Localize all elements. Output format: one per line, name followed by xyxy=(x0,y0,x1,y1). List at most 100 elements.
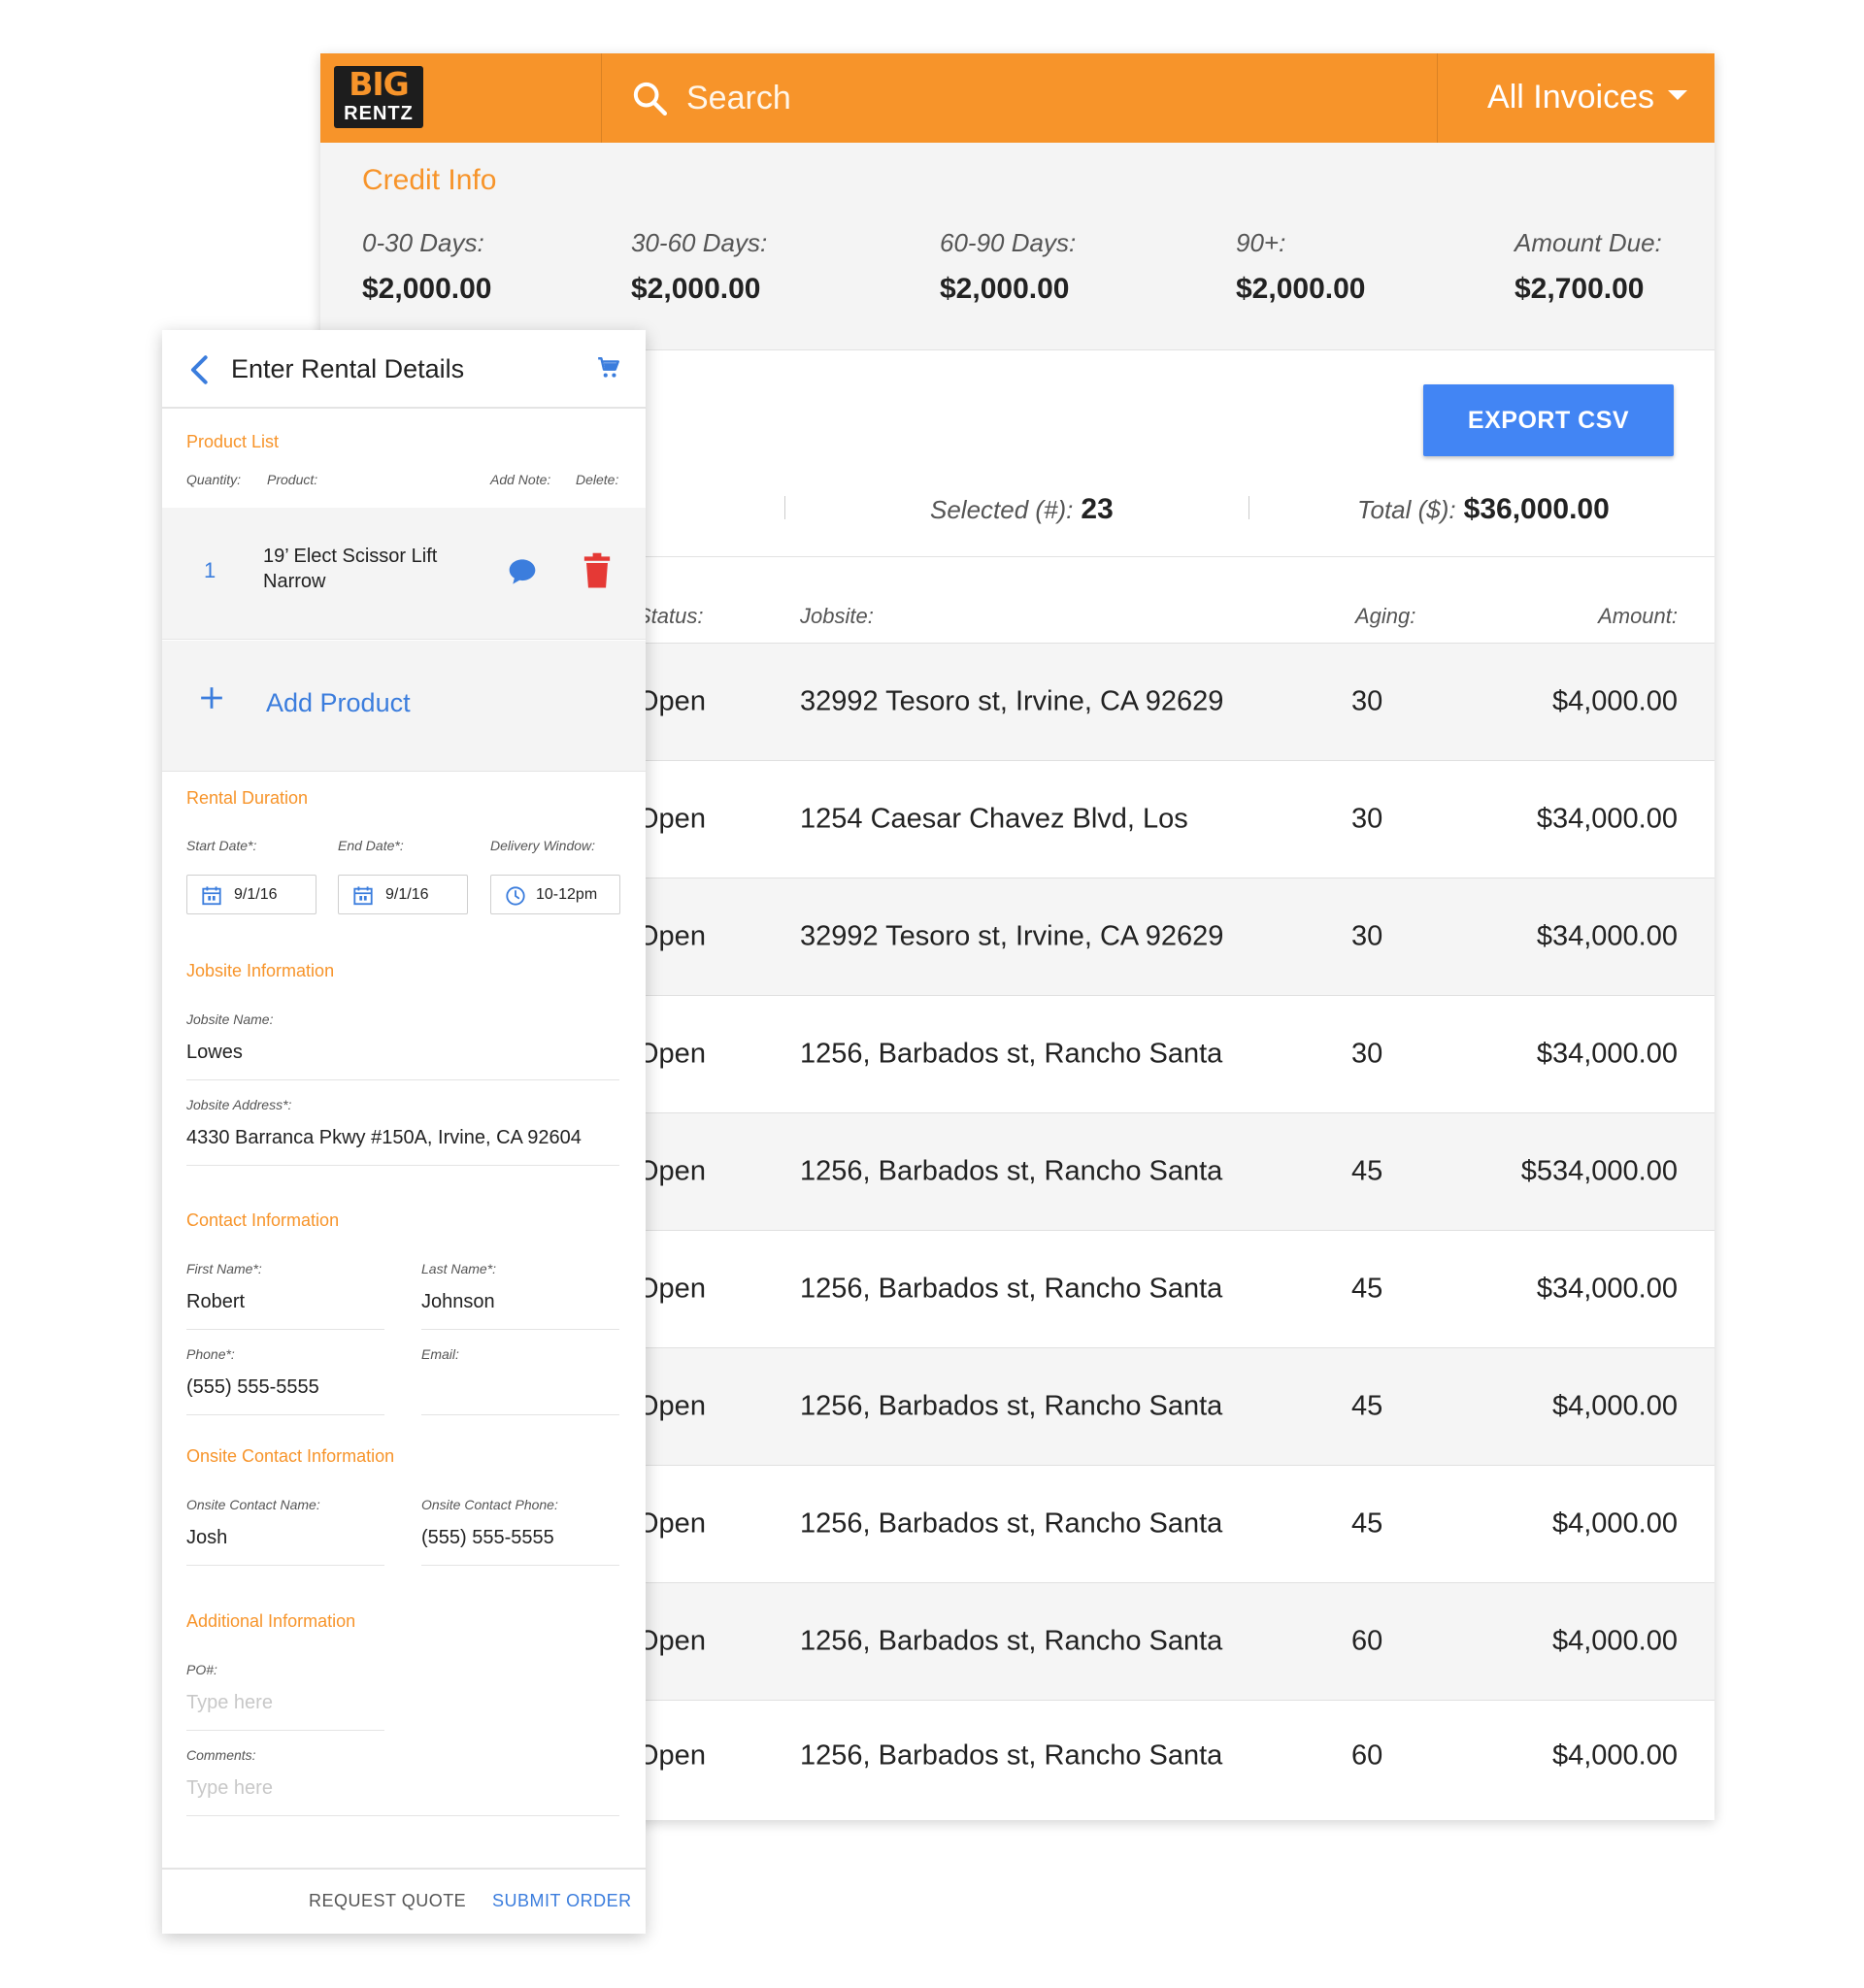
cell-jobsite: 32992 Tesoro st, Irvine, CA 92629 xyxy=(800,685,1224,717)
phone-field[interactable] xyxy=(186,1374,384,1401)
product-quantity[interactable]: 1 xyxy=(204,558,216,583)
cell-aging: 60 xyxy=(1351,1740,1383,1772)
cell-status: Open xyxy=(637,1508,706,1540)
credit-bucket-value: $2,000.00 xyxy=(1236,273,1366,305)
request-quote-button[interactable]: REQUEST QUOTE xyxy=(309,1887,466,1914)
credit-bucket-90-plus: 90+: $2,000.00 xyxy=(1236,226,1365,308)
first-name-field[interactable] xyxy=(186,1288,384,1315)
cell-aging: 30 xyxy=(1351,920,1383,952)
credit-bucket-label: 0-30 Days: xyxy=(362,228,484,257)
column-header-jobsite[interactable]: Jobsite: xyxy=(800,599,874,634)
search-bar[interactable] xyxy=(603,53,1438,143)
submit-order-button[interactable]: SUBMIT ORDER xyxy=(492,1887,632,1914)
cell-jobsite: 1256, Barbados st, Rancho Santa xyxy=(800,1625,1223,1657)
delivery-window-value: 10-12pm xyxy=(536,886,598,903)
logo-cell: BIG RENTZ xyxy=(320,53,602,143)
phone-label: Phone*: xyxy=(186,1346,235,1362)
credit-bucket-label: 30-60 Days: xyxy=(631,228,768,257)
field-underline xyxy=(421,1565,619,1566)
trash-icon[interactable] xyxy=(582,552,612,589)
comments-label: Comments: xyxy=(186,1747,256,1763)
column-label-product: Product: xyxy=(267,472,318,487)
logo-big-text: BIG xyxy=(349,65,410,103)
rental-header: Enter Rental Details xyxy=(162,330,646,409)
delivery-window-picker[interactable]: 10-12pm xyxy=(490,875,620,914)
rental-details-panel: Enter Rental Details Product List Quanti… xyxy=(162,330,646,1934)
cell-aging: 45 xyxy=(1351,1155,1383,1187)
column-header-aging[interactable]: Aging: xyxy=(1355,599,1415,634)
end-date-picker[interactable]: 9/1/16 xyxy=(338,875,468,914)
field-underline xyxy=(186,1730,384,1731)
selected-label: Selected (#): xyxy=(930,495,1074,524)
jobsite-address-label: Jobsite Address*: xyxy=(186,1097,292,1112)
onsite-phone-field[interactable] xyxy=(421,1524,619,1551)
onsite-name-field[interactable] xyxy=(186,1524,384,1551)
cell-aging: 45 xyxy=(1351,1273,1383,1305)
credit-bucket-value: $2,000.00 xyxy=(631,273,761,305)
cell-amount: $34,000.00 xyxy=(1536,1038,1678,1070)
cell-amount: $4,000.00 xyxy=(1551,685,1678,717)
add-product-button[interactable]: Add Product xyxy=(162,641,646,772)
additional-info-title: Additional Information xyxy=(186,1611,356,1631)
cell-jobsite: 1256, Barbados st, Rancho Santa xyxy=(800,1155,1223,1187)
po-field[interactable] xyxy=(186,1689,384,1716)
bigrentz-logo[interactable]: BIG RENTZ xyxy=(334,66,423,128)
rental-footer: REQUEST QUOTE SUBMIT ORDER xyxy=(162,1868,646,1934)
cell-aging: 30 xyxy=(1351,685,1383,717)
credit-info-panel: Credit Info 0-30 Days: $2,000.00 30-60 D… xyxy=(320,143,1714,350)
credit-bucket-label: 60-90 Days: xyxy=(940,228,1077,257)
cell-status: Open xyxy=(637,1390,706,1422)
divider xyxy=(1248,496,1249,519)
cell-status: Open xyxy=(637,685,706,717)
calendar-icon xyxy=(353,886,373,906)
cell-status: Open xyxy=(637,920,706,952)
selected-count: Selected (#): 23 xyxy=(930,492,1114,532)
jobsite-name-field[interactable] xyxy=(186,1039,619,1066)
cell-jobsite: 1256, Barbados st, Rancho Santa xyxy=(800,1273,1223,1305)
search-input[interactable] xyxy=(686,75,1366,121)
column-header-amount[interactable]: Amount: xyxy=(1598,599,1678,634)
cart-icon[interactable] xyxy=(596,355,621,381)
cell-jobsite: 1256, Barbados st, Rancho Santa xyxy=(800,1740,1223,1772)
field-underline xyxy=(421,1329,619,1330)
cell-jobsite: 1256, Barbados st, Rancho Santa xyxy=(800,1038,1223,1070)
caret-down-icon xyxy=(1668,90,1687,100)
column-label-delete: Delete: xyxy=(576,472,619,487)
chevron-left-icon[interactable] xyxy=(183,351,216,388)
cell-status: Open xyxy=(637,1740,706,1772)
end-date-label: End Date*: xyxy=(338,838,404,853)
logo-rentz-text: RENTZ xyxy=(344,103,414,124)
email-field[interactable] xyxy=(421,1374,619,1401)
field-underline xyxy=(186,1565,384,1566)
export-csv-button[interactable]: EXPORT CSV xyxy=(1423,384,1674,456)
last-name-label: Last Name*: xyxy=(421,1261,497,1276)
search-icon xyxy=(633,82,667,116)
onsite-contact-title: Onsite Contact Information xyxy=(186,1446,395,1466)
comments-field[interactable] xyxy=(186,1774,619,1802)
cell-jobsite: 32992 Tesoro st, Irvine, CA 92629 xyxy=(800,920,1224,952)
start-date-value: 9/1/16 xyxy=(234,886,278,903)
credit-bucket-60-90: 60-90 Days: $2,000.00 xyxy=(940,226,1076,308)
selected-total: Total ($): $36,000.00 xyxy=(1357,492,1610,532)
cell-aging: 45 xyxy=(1351,1390,1383,1422)
product-name: 19’ Elect Scissor Lift Narrow xyxy=(263,546,438,592)
credit-bucket-value: $2,000.00 xyxy=(362,273,492,305)
plus-icon xyxy=(201,687,222,709)
column-header-status[interactable]: Status: xyxy=(637,599,703,634)
invoice-filter-label: All Invoices xyxy=(1487,79,1654,116)
field-underline xyxy=(421,1414,619,1415)
invoice-filter-dropdown[interactable]: All Invoices xyxy=(1439,53,1714,143)
contact-info-title: Contact Information xyxy=(186,1210,340,1230)
column-label-quantity: Quantity: xyxy=(186,472,242,487)
last-name-field[interactable] xyxy=(421,1288,619,1315)
jobsite-address-field[interactable] xyxy=(186,1124,619,1151)
comment-icon[interactable] xyxy=(506,556,539,587)
cell-status: Open xyxy=(637,1155,706,1187)
start-date-picker[interactable]: 9/1/16 xyxy=(186,875,316,914)
onsite-phone-label: Onsite Contact Phone: xyxy=(421,1497,558,1512)
end-date-value: 9/1/16 xyxy=(385,886,429,903)
cell-jobsite: 1256, Barbados st, Rancho Santa xyxy=(800,1390,1223,1422)
top-bar: BIG RENTZ All Invoices xyxy=(320,53,1714,143)
credit-bucket-label: Amount Due: xyxy=(1514,228,1662,257)
start-date-label: Start Date*: xyxy=(186,838,257,853)
